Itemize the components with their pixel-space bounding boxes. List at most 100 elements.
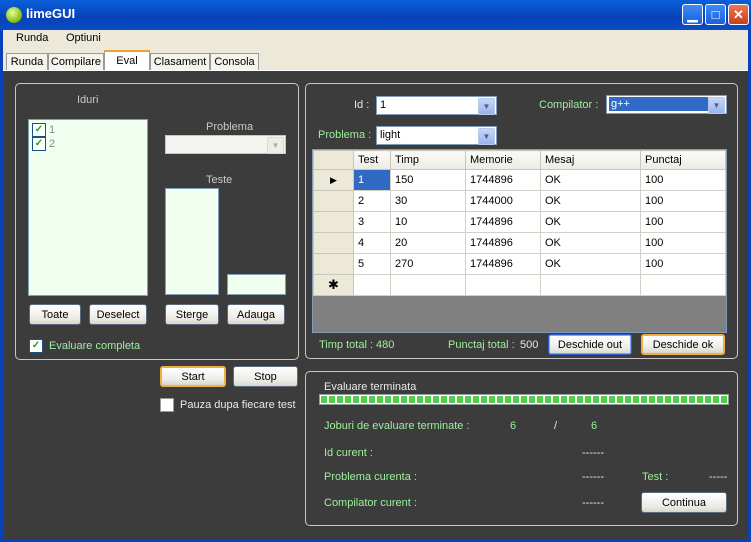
iduri-checklist[interactable]: ✓ 1 ✓ 2 xyxy=(28,119,148,296)
problema-label: Problema xyxy=(206,121,254,133)
table-cell[interactable] xyxy=(540,274,641,296)
iduri-item[interactable]: ✓ 1 xyxy=(32,123,55,137)
table-cell[interactable]: 10 xyxy=(390,211,466,233)
menu-runda[interactable]: Runda xyxy=(16,32,48,44)
maximize-button[interactable]: □ xyxy=(705,4,726,25)
table-row[interactable]: ▶ 1 150 1744896 OK 100 xyxy=(313,169,726,191)
checkbox-id-2[interactable]: ✓ xyxy=(32,137,46,151)
check-icon: ✓ xyxy=(34,138,44,149)
new-row[interactable]: ✱ xyxy=(313,274,726,296)
table-cell[interactable]: 1744896 xyxy=(465,211,541,233)
table-cell[interactable]: OK xyxy=(540,169,641,191)
column-header[interactable]: Test xyxy=(353,150,391,170)
tab-eval[interactable]: Eval xyxy=(104,50,150,70)
table-cell[interactable]: 100 xyxy=(640,232,726,254)
table-cell[interactable]: 3 xyxy=(353,211,391,233)
table-cell[interactable]: 1744896 xyxy=(465,232,541,254)
table-cell[interactable] xyxy=(390,274,466,296)
stop-button[interactable]: Stop xyxy=(233,366,298,387)
table-cell[interactable]: 150 xyxy=(390,169,466,191)
sterge-button[interactable]: Sterge xyxy=(165,304,219,325)
table-cell[interactable]: 30 xyxy=(390,190,466,212)
column-header[interactable]: Memorie xyxy=(465,150,541,170)
deschide-ok-button[interactable]: Deschide ok xyxy=(641,334,725,355)
table-cell[interactable]: 270 xyxy=(390,253,466,275)
progress-fill xyxy=(321,396,727,403)
menu-optiuni[interactable]: Optiuni xyxy=(66,32,101,44)
current-row-arrow-icon[interactable]: ▶ xyxy=(313,169,354,191)
check-icon: ✓ xyxy=(34,124,44,135)
row-header[interactable] xyxy=(313,211,354,233)
teste-input[interactable] xyxy=(227,274,286,295)
table-row[interactable]: 4 20 1744896 OK 100 xyxy=(313,232,726,254)
row-header[interactable] xyxy=(313,232,354,254)
table-cell[interactable]: 2 xyxy=(353,190,391,212)
problema-curenta-value: ------ xyxy=(582,471,604,483)
punctaj-total-label: Punctaj total : xyxy=(448,339,515,351)
timp-total-value: 480 xyxy=(376,339,395,351)
iduri-item[interactable]: ✓ 2 xyxy=(32,137,55,151)
evaluare-completa-checkbox[interactable]: ✓ xyxy=(29,339,43,353)
column-header[interactable]: Mesaj xyxy=(540,150,641,170)
table-cell[interactable]: 1 xyxy=(353,169,391,191)
pauza-checkbox[interactable] xyxy=(160,398,174,412)
chevron-down-icon[interactable]: ▼ xyxy=(267,137,284,154)
problema-select[interactable]: ▼ xyxy=(165,135,286,154)
table-cell[interactable]: 4 xyxy=(353,232,391,254)
compilator-select[interactable]: g++ ▼ xyxy=(606,95,727,114)
table-row[interactable]: 2 30 1744000 OK 100 xyxy=(313,190,726,212)
tab-compilare[interactable]: Compilare xyxy=(48,53,104,70)
table-cell[interactable]: 20 xyxy=(390,232,466,254)
new-row-asterisk-icon[interactable]: ✱ xyxy=(313,274,354,296)
table-cell[interactable]: OK xyxy=(540,190,641,212)
table-cell[interactable]: OK xyxy=(540,211,641,233)
table-row[interactable]: 5 270 1744896 OK 100 xyxy=(313,253,726,275)
table-cell[interactable] xyxy=(640,274,726,296)
table-row[interactable]: 3 10 1744896 OK 100 xyxy=(313,211,726,233)
compilator-curent-value: ------ xyxy=(582,497,604,509)
chevron-down-icon[interactable]: ▼ xyxy=(478,98,495,115)
adauga-button[interactable]: Adauga xyxy=(227,304,285,325)
column-header[interactable]: Punctaj xyxy=(640,150,726,170)
table-cell[interactable]: 1744896 xyxy=(465,253,541,275)
table-cell[interactable]: 100 xyxy=(640,190,726,212)
table-cell[interactable] xyxy=(465,274,541,296)
tab-runda[interactable]: Runda xyxy=(6,53,48,70)
chevron-down-icon[interactable]: ▼ xyxy=(478,128,495,145)
evaluare-completa-label: Evaluare completa xyxy=(49,340,141,352)
minimize-button[interactable]: ▁ xyxy=(682,4,703,25)
title-bar[interactable]: limeGUI ▁ □ ✕ xyxy=(0,0,751,30)
table-cell[interactable]: OK xyxy=(540,232,641,254)
row-header[interactable] xyxy=(313,190,354,212)
row-header[interactable] xyxy=(313,253,354,275)
close-button[interactable]: ✕ xyxy=(728,4,749,25)
compilator-label: Compilator : xyxy=(539,99,599,111)
pauza-option[interactable]: Pauza dupa fiecare test xyxy=(160,398,296,412)
table-cell[interactable] xyxy=(353,274,391,296)
deselect-button[interactable]: Deselect xyxy=(89,304,147,325)
problema-right-select[interactable]: light ▼ xyxy=(376,126,497,145)
results-grid[interactable]: Test Timp Memorie Mesaj Punctaj ▶ 1 150 174… xyxy=(312,149,727,333)
column-header[interactable]: Timp xyxy=(390,150,466,170)
chevron-down-icon[interactable]: ▼ xyxy=(708,97,725,114)
table-cell[interactable]: 1744896 xyxy=(465,169,541,191)
results-table: Test Timp Memorie Mesaj Punctaj ▶ 1 150 174… xyxy=(313,150,726,296)
table-cell[interactable]: 100 xyxy=(640,253,726,275)
table-cell[interactable]: OK xyxy=(540,253,641,275)
toate-button[interactable]: Toate xyxy=(29,304,81,325)
menu-bar: Runda Optiuni xyxy=(3,30,748,48)
continua-button[interactable]: Continua xyxy=(641,492,727,513)
evaluare-completa-option[interactable]: ✓ Evaluare completa xyxy=(29,339,140,353)
table-cell[interactable]: 100 xyxy=(640,211,726,233)
table-cell[interactable]: 1744000 xyxy=(465,190,541,212)
tab-clasament[interactable]: Clasament xyxy=(150,53,210,70)
table-cell[interactable]: 5 xyxy=(353,253,391,275)
iduri-item-label: 1 xyxy=(49,124,56,136)
teste-list[interactable] xyxy=(165,188,219,295)
tab-consola[interactable]: Consola xyxy=(210,53,259,70)
start-button[interactable]: Start xyxy=(160,366,226,387)
checkbox-id-1[interactable]: ✓ xyxy=(32,123,46,137)
table-cell[interactable]: 100 xyxy=(640,169,726,191)
id-select[interactable]: 1 ▼ xyxy=(376,96,497,115)
deschide-out-button[interactable]: Deschide out xyxy=(548,334,632,355)
